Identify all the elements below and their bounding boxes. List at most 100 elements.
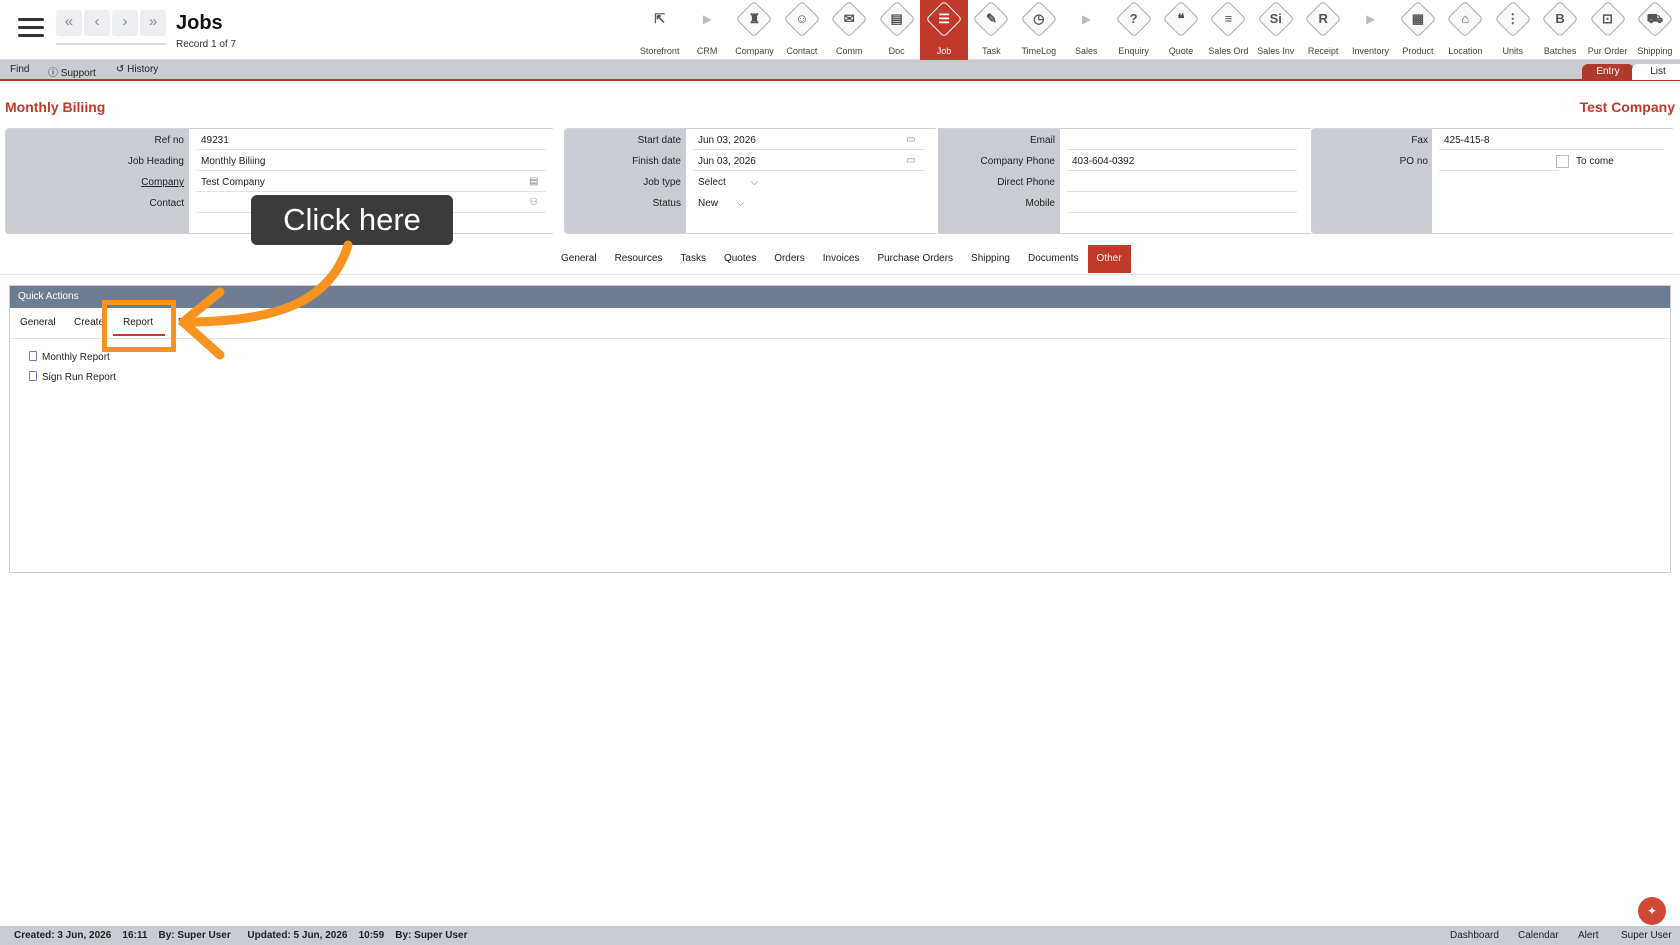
assistant-sparkle-icon[interactable]: ✦ — [1638, 897, 1666, 925]
qa-tab-general[interactable]: General — [20, 317, 56, 328]
tab-documents[interactable]: Documents — [1019, 245, 1088, 273]
ref-no-input[interactable]: 49231 — [201, 135, 229, 146]
hamburger-menu-icon[interactable] — [18, 18, 44, 38]
module-sales[interactable]: ▸ Sales — [1063, 0, 1110, 60]
calendar-icon[interactable]: ▭ — [906, 134, 915, 145]
module-comm[interactable]: ✉ Comm — [826, 0, 873, 60]
module-timelog[interactable]: ◷ TimeLog — [1015, 0, 1062, 60]
module-storefront[interactable]: ⇱ Storefront — [636, 0, 683, 60]
status-select[interactable]: New ⌵ — [698, 198, 744, 209]
field-line — [1067, 170, 1297, 171]
quote-icon: ❝ — [1177, 11, 1185, 26]
module-label: Storefront — [639, 46, 680, 56]
module-sales-inv[interactable]: Si Sales Inv — [1252, 0, 1299, 60]
field-line — [693, 149, 925, 150]
footer-alert-link[interactable]: Alert — [1578, 926, 1599, 945]
tab-purchase-orders[interactable]: Purchase Orders — [868, 245, 962, 273]
field-line — [196, 149, 546, 150]
report-item-monthly[interactable]: Monthly Report — [29, 351, 110, 363]
field-line — [196, 191, 546, 192]
entry-view-tab[interactable]: Entry — [1582, 64, 1634, 80]
nav-divider — [56, 43, 166, 45]
module-receipt[interactable]: R Receipt — [1299, 0, 1346, 60]
job-type-select[interactable]: Select ⌵ — [698, 177, 758, 188]
footer-user-link[interactable]: Super User — [1621, 926, 1672, 945]
tab-general[interactable]: General — [552, 245, 606, 273]
module-label: Task — [982, 46, 1001, 56]
report-tab-highlight — [102, 300, 176, 352]
record-heading: Monthly Biliing — [5, 99, 106, 115]
company-link[interactable]: Company — [6, 177, 184, 188]
module-contact[interactable]: ☺ Contact — [778, 0, 825, 60]
company-lookup-icon[interactable]: ▤ — [529, 176, 538, 187]
qa-tab-create[interactable]: Create — [74, 317, 104, 328]
module-sales-ord[interactable]: ≡ Sales Ord — [1205, 0, 1252, 60]
to-come-checkbox[interactable] — [1556, 155, 1569, 168]
module-label: Product — [1402, 46, 1434, 56]
module-shipping[interactable]: ⛟ Shipping — [1631, 0, 1678, 60]
history-button[interactable]: ↺ History — [116, 64, 158, 75]
fax-input[interactable]: 425-415-8 — [1444, 135, 1490, 146]
start-date-input[interactable]: Jun 03, 2026 — [698, 135, 756, 146]
module-enquiry[interactable]: ? Enquiry — [1110, 0, 1157, 60]
field-line — [196, 170, 546, 171]
units-icon: ⋮ — [1506, 11, 1520, 26]
chevron-down-icon: ⌵ — [750, 177, 759, 188]
first-record-button[interactable]: « — [56, 10, 82, 36]
module-label: Enquiry — [1118, 46, 1149, 56]
tab-other[interactable]: Other — [1087, 245, 1131, 273]
module-pur-order[interactable]: ⊡ Pur Order — [1584, 0, 1631, 60]
comm-icon: ✉ — [843, 11, 855, 26]
support-button[interactable]: ⓘ Support — [48, 64, 96, 79]
job-type-value: Select — [698, 177, 726, 188]
last-record-button[interactable]: » — [140, 10, 166, 36]
module-crm[interactable]: ▸ CRM — [683, 0, 730, 60]
module-inventory[interactable]: ▸ Inventory — [1347, 0, 1394, 60]
contact-person-icon[interactable]: ⚇ — [529, 197, 538, 208]
module-units[interactable]: ⋮ Units — [1489, 0, 1536, 60]
status-footer: Created: 3 Jun, 2026 16:11 By: Super Use… — [0, 926, 1680, 945]
job-heading-input[interactable]: Monthly Biliing — [201, 156, 265, 167]
module-task[interactable]: ✎ Task — [968, 0, 1015, 60]
tab-resources[interactable]: Resources — [606, 245, 672, 273]
task-icon: ✎ — [985, 11, 997, 26]
footer-calendar-link[interactable]: Calendar — [1518, 926, 1559, 945]
company-phone-label: Company Phone — [980, 156, 1056, 167]
start-date-label: Start date — [637, 135, 681, 146]
module-location[interactable]: ⌂ Location — [1442, 0, 1489, 60]
module-label: CRM — [696, 46, 718, 56]
module-job[interactable]: ☰ Job — [920, 0, 968, 60]
qa-tab-other[interactable]: Fi — [178, 317, 186, 328]
page-title: Jobs — [176, 12, 223, 34]
field-line — [1067, 149, 1297, 150]
module-label: Job — [936, 46, 952, 56]
quick-actions-tabs: General Create Report Fi — [10, 308, 1670, 339]
finish-date-input[interactable]: Jun 03, 2026 — [698, 156, 756, 167]
crm-icon: ▸ — [703, 11, 712, 28]
status-label: Status — [652, 198, 681, 209]
tab-orders[interactable]: Orders — [765, 245, 814, 273]
list-view-tab[interactable]: List — [1632, 64, 1680, 80]
chevron-down-icon: ⌵ — [736, 198, 745, 209]
module-product[interactable]: ▦ Product — [1394, 0, 1441, 60]
module-company[interactable]: ♜ Company — [731, 0, 778, 60]
click-here-callout: Click here — [251, 195, 453, 245]
prev-record-button[interactable]: ‹ — [84, 10, 110, 36]
tab-tasks[interactable]: Tasks — [671, 245, 715, 273]
find-button[interactable]: Find — [10, 64, 29, 75]
report-item-sign-run[interactable]: Sign Run Report — [29, 371, 116, 383]
record-company-heading: Test Company — [1579, 99, 1675, 115]
module-batches[interactable]: B Batches — [1536, 0, 1583, 60]
footer-dashboard-link[interactable]: Dashboard — [1450, 926, 1499, 945]
contact-label: Contact — [149, 198, 184, 209]
history-icon: ↺ — [116, 64, 125, 75]
calendar-icon[interactable]: ▭ — [906, 155, 915, 166]
next-record-button[interactable]: › — [112, 10, 138, 36]
company-input[interactable]: Test Company — [201, 177, 265, 188]
tab-shipping[interactable]: Shipping — [962, 245, 1019, 273]
module-doc[interactable]: ▤ Doc — [873, 0, 920, 60]
module-quote[interactable]: ❝ Quote — [1157, 0, 1204, 60]
tab-quotes[interactable]: Quotes — [715, 245, 765, 273]
company-phone-input[interactable]: 403-604-0392 — [1072, 156, 1134, 167]
tab-invoices[interactable]: Invoices — [814, 245, 869, 273]
